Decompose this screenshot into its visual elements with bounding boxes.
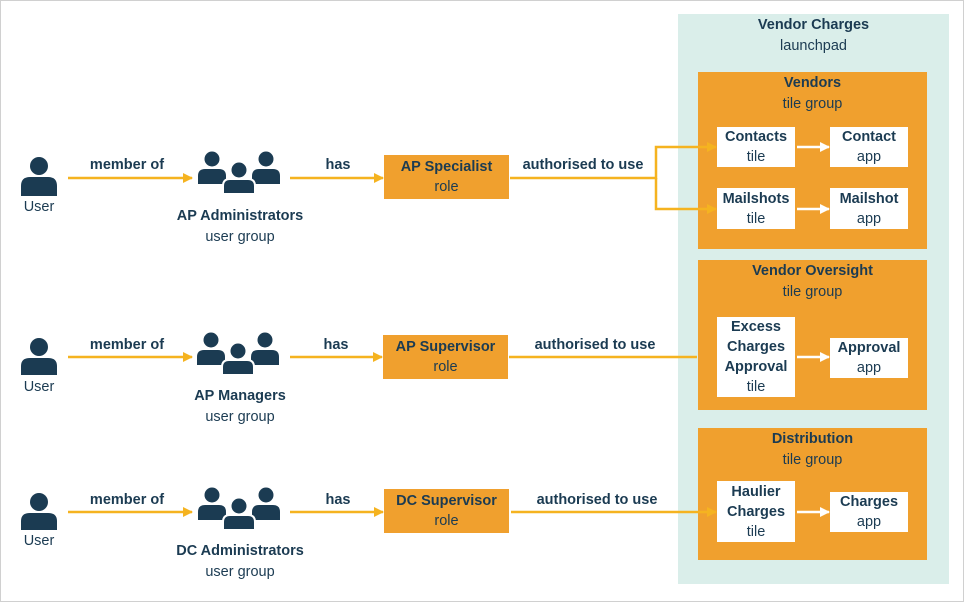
user-icon (21, 338, 57, 375)
authorised-label: authorised to use (534, 337, 656, 353)
member-of-label: member of (89, 157, 165, 173)
authorised-label: authorised to use (536, 492, 658, 508)
member-of-label: member of (89, 492, 165, 508)
arrow-authorised-mailshots (654, 178, 717, 214)
user-icon (21, 493, 57, 530)
member-of-label: member of (89, 337, 165, 353)
role-type: role (434, 513, 459, 529)
user-label: User (23, 533, 55, 549)
user-group-name: AP Administrators (176, 208, 304, 224)
role-ap-supervisor[interactable]: AP Supervisor role (383, 335, 508, 379)
user-group-type: user group (205, 564, 275, 580)
authorised-label: authorised to use (522, 157, 644, 173)
user-group-name: DC Administrators (176, 543, 304, 559)
user-group-type: user group (205, 409, 275, 425)
has-label: has (323, 337, 349, 353)
user-group-type: user group (205, 229, 275, 245)
role-name: DC Supervisor (396, 493, 497, 509)
user-group-name: AP Managers (194, 388, 286, 404)
user-group-icon (197, 332, 279, 375)
role-name: AP Specialist (400, 159, 493, 175)
role-type: role (434, 179, 459, 195)
role-dc-supervisor[interactable]: DC Supervisor role (384, 489, 509, 533)
role-type: role (433, 359, 458, 375)
user-label: User (23, 379, 55, 395)
user-label: User (23, 199, 55, 215)
has-label: has (325, 492, 351, 508)
role-ap-specialist[interactable]: AP Specialist role (384, 155, 509, 199)
role-name: AP Supervisor (395, 339, 496, 355)
user-group-icon (198, 487, 280, 530)
user-icon (21, 157, 57, 196)
user-group-icon (198, 151, 280, 194)
has-label: has (325, 157, 351, 173)
